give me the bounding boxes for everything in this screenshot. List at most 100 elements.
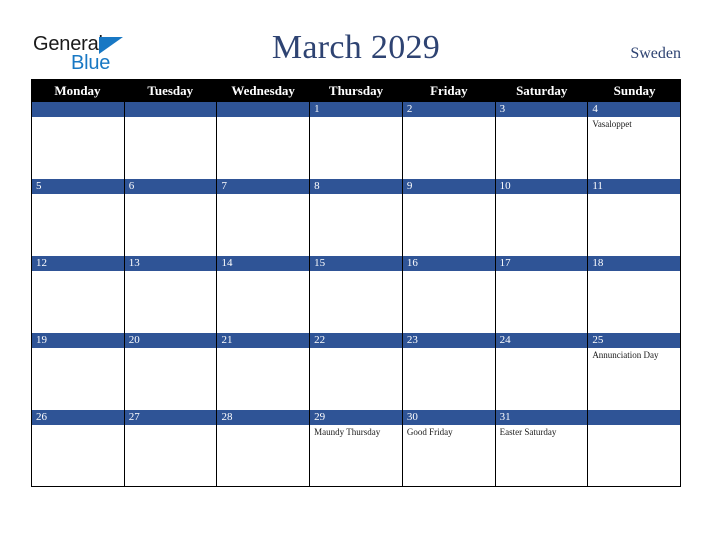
day-events [217, 194, 309, 256]
day-events [217, 348, 309, 410]
day-cell-27[interactable]: 27 [124, 410, 218, 486]
day-events [125, 271, 217, 333]
day-cell-empty[interactable] [217, 102, 311, 179]
day-cell-20[interactable]: 20 [124, 333, 218, 410]
day-cell-4[interactable]: 4 Vasaloppet [588, 102, 681, 179]
day-cell-7[interactable]: 7 [217, 179, 311, 256]
day-events [32, 425, 124, 486]
day-number: 10 [495, 179, 588, 194]
weekday-header-sunday: Sunday [613, 83, 656, 98]
day-number: 8 [310, 179, 402, 194]
holiday-event: Good Friday [406, 427, 453, 437]
weekday-header-wednesday: Wednesday [231, 83, 295, 98]
day-number: 6 [124, 179, 217, 194]
calendar-page: General Blue March 2029 Sweden Monday Tu… [0, 0, 712, 550]
holiday-event: Annunciation Day [592, 350, 659, 360]
day-events: Vasaloppet [588, 117, 680, 179]
day-events [310, 117, 402, 179]
weekday-header-saturday: Saturday [516, 83, 568, 98]
holiday-event: Maundy Thursday [314, 427, 381, 437]
day-cell-empty[interactable] [124, 102, 218, 179]
day-number: 3 [495, 102, 588, 117]
calendar-week-row: 1 2 3 4 Vasaloppet [32, 102, 681, 179]
day-cell-19[interactable]: 19 [32, 333, 125, 410]
day-cell-24[interactable]: 24 [495, 333, 589, 410]
day-cell-28[interactable]: 28 [217, 410, 311, 486]
weekday-header-monday: Monday [54, 83, 101, 98]
day-number: 9 [402, 179, 495, 194]
day-events [125, 425, 217, 486]
day-cell-2[interactable]: 2 [402, 102, 496, 179]
day-cell-13[interactable]: 13 [124, 256, 218, 333]
day-cell-1[interactable]: 1 [310, 102, 403, 179]
day-cell-6[interactable]: 6 [124, 179, 218, 256]
calendar-week-row: 5 6 7 8 9 10 11 [32, 179, 681, 256]
day-number: 18 [588, 256, 681, 271]
day-cell-25[interactable]: 25 Annunciation Day [588, 333, 681, 410]
day-number: 25 [588, 333, 681, 348]
weekday-header-friday: Friday [430, 83, 468, 98]
day-cell-8[interactable]: 8 [310, 179, 403, 256]
day-events [217, 425, 309, 486]
day-number: 2 [402, 102, 495, 117]
day-events [496, 271, 588, 333]
day-number: 14 [217, 256, 310, 271]
day-cell-18[interactable]: 18 [588, 256, 681, 333]
day-events [32, 117, 124, 179]
day-events [32, 194, 124, 256]
day-events [32, 348, 124, 410]
day-events [310, 194, 402, 256]
day-events: Annunciation Day [588, 348, 680, 410]
day-number: 15 [310, 256, 402, 271]
day-events [125, 194, 217, 256]
day-number: 19 [32, 333, 124, 348]
day-number: 12 [32, 256, 124, 271]
day-cell-3[interactable]: 3 [495, 102, 589, 179]
day-number: 1 [310, 102, 402, 117]
page-title: March 2029 [271, 29, 441, 66]
day-number: 29 [310, 410, 402, 425]
holiday-event: Easter Saturday [499, 427, 557, 437]
day-number: 27 [124, 410, 217, 425]
day-number: 30 [402, 410, 495, 425]
day-events [310, 348, 402, 410]
day-number: 26 [32, 410, 124, 425]
day-cell-22[interactable]: 22 [310, 333, 403, 410]
day-cell-29[interactable]: 29 Maundy Thursday [310, 410, 403, 486]
day-number [32, 102, 124, 117]
day-cell-empty[interactable] [588, 410, 681, 486]
day-events [403, 271, 495, 333]
day-number: 16 [402, 256, 495, 271]
day-events [496, 117, 588, 179]
day-cell-17[interactable]: 17 [495, 256, 589, 333]
day-cell-9[interactable]: 9 [402, 179, 496, 256]
day-cell-30[interactable]: 30 Good Friday [402, 410, 496, 486]
calendar-week-row: 19 20 21 22 23 24 25 Annunciation Day [32, 333, 681, 410]
calendar-grid: Monday Tuesday Wednesday Thursday Friday… [31, 79, 681, 487]
day-cell-11[interactable]: 11 [588, 179, 681, 256]
day-cell-21[interactable]: 21 [217, 333, 311, 410]
day-cell-12[interactable]: 12 [32, 256, 125, 333]
calendar-weeks: 1 2 3 4 Vasaloppet 5 6 7 8 9 10 11 12 13 14 15 16 17 18 19 2… [31, 102, 681, 487]
day-number: 17 [495, 256, 588, 271]
day-cell-14[interactable]: 14 [217, 256, 311, 333]
day-events [125, 117, 217, 179]
day-events [32, 271, 124, 333]
country-label: Sweden [630, 45, 681, 62]
day-cell-16[interactable]: 16 [402, 256, 496, 333]
day-cell-10[interactable]: 10 [495, 179, 589, 256]
day-events: Good Friday [403, 425, 495, 486]
day-cell-26[interactable]: 26 [32, 410, 125, 486]
day-cell-empty[interactable] [32, 102, 125, 179]
day-number [217, 102, 310, 117]
day-number: 31 [495, 410, 588, 425]
day-cell-23[interactable]: 23 [402, 333, 496, 410]
day-events [588, 425, 680, 486]
day-cell-15[interactable]: 15 [310, 256, 403, 333]
day-cell-5[interactable]: 5 [32, 179, 125, 256]
day-number: 21 [217, 333, 310, 348]
day-number: 28 [217, 410, 310, 425]
day-number: 20 [124, 333, 217, 348]
calendar-week-row: 26 27 28 29 Maundy Thursday 30 Good Friday 31 Ea… [32, 410, 681, 486]
day-cell-31[interactable]: 31 Easter Saturday [495, 410, 589, 486]
